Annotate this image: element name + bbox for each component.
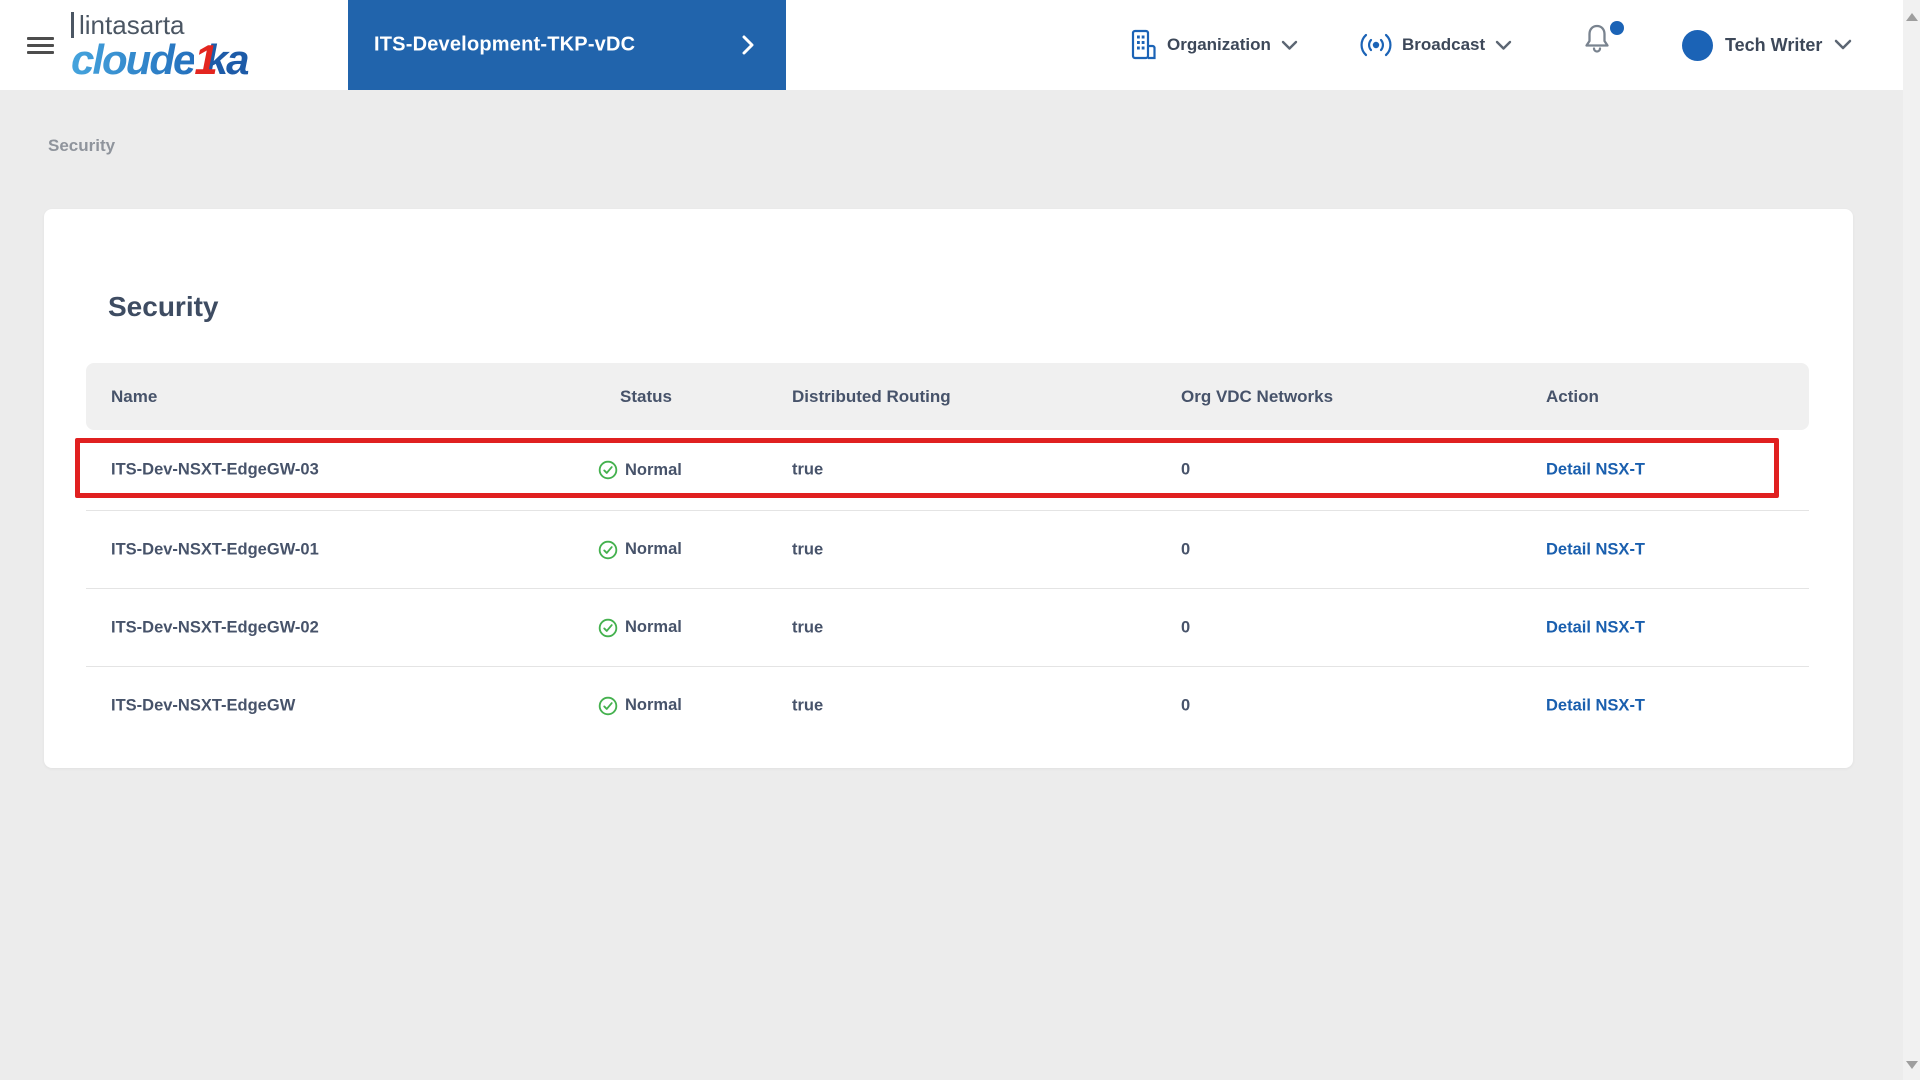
column-header-name: Name <box>111 386 158 406</box>
table-row: ITS-Dev-NSXT-EdgeGW-02 Normal true 0 Det… <box>86 588 1809 666</box>
logo-brand-text: cloude1ka <box>71 36 249 83</box>
chevron-right-icon <box>742 35 754 55</box>
cloudeka-logo: lintasarta cloude1ka <box>71 12 249 83</box>
table-row: ITS-Dev-NSXT-EdgeGW-03 Normal true 0 Det… <box>86 430 1809 510</box>
status-label: Normal <box>625 460 682 479</box>
gateway-name: ITS-Dev-NSXT-EdgeGW-03 <box>111 460 319 479</box>
organization-building-icon <box>1131 29 1156 60</box>
status-cell: Normal <box>598 460 682 480</box>
column-header-action: Action <box>1546 386 1599 406</box>
broadcast-menu[interactable]: Broadcast <box>1360 0 1512 90</box>
bell-icon <box>1585 24 1609 53</box>
column-header-status: Status <box>620 386 672 406</box>
status-label: Normal <box>625 696 682 714</box>
broadcast-menu-label: Broadcast <box>1402 35 1486 54</box>
org-vdc-networks-value: 0 <box>1181 460 1191 479</box>
status-ok-icon <box>598 618 618 637</box>
distributed-routing-value: true <box>792 696 824 714</box>
hamburger-menu-icon[interactable] <box>27 37 54 54</box>
vertical-scrollbar[interactable] <box>1903 0 1920 1080</box>
vdc-selector-label: ITS-Development-TKP-vDC <box>374 33 636 56</box>
gateway-name: ITS-Dev-NSXT-EdgeGW-02 <box>111 618 319 636</box>
column-header-org-vdc-networks: Org VDC Networks <box>1181 386 1334 406</box>
status-ok-icon <box>598 460 618 480</box>
detail-nsxt-link[interactable]: Detail NSX-T <box>1546 618 1645 637</box>
status-label: Normal <box>625 618 682 636</box>
distributed-routing-value: true <box>792 460 824 479</box>
chevron-down-icon <box>1495 40 1512 50</box>
distributed-routing-value: true <box>792 618 824 636</box>
broadcast-icon <box>1360 33 1392 57</box>
organization-menu[interactable]: Organization <box>1131 0 1298 90</box>
org-vdc-networks-value: 0 <box>1181 618 1191 636</box>
vdc-selector-button[interactable]: ITS-Development-TKP-vDC <box>348 0 786 90</box>
logo-company-text: lintasarta <box>71 12 247 38</box>
table-row: ITS-Dev-NSXT-EdgeGW-01 Normal true 0 Det… <box>86 510 1809 588</box>
scroll-up-arrow[interactable] <box>1905 13 1918 21</box>
gateway-name: ITS-Dev-NSXT-EdgeGW-01 <box>111 540 319 558</box>
gateway-name: ITS-Dev-NSXT-EdgeGW <box>111 696 296 714</box>
notifications-button[interactable] <box>1581 21 1625 61</box>
org-vdc-networks-value: 0 <box>1181 540 1191 558</box>
chevron-down-icon <box>1281 40 1298 50</box>
chevron-down-icon <box>1835 39 1852 50</box>
status-cell: Normal <box>598 618 682 638</box>
unread-notification-dot <box>1610 21 1624 35</box>
status-ok-icon <box>598 540 618 559</box>
user-name-label: Tech Writer <box>1725 34 1823 55</box>
status-label: Normal <box>625 540 682 558</box>
scroll-down-arrow[interactable] <box>1905 1061 1918 1069</box>
page-title: Security <box>108 291 219 322</box>
table-row: ITS-Dev-NSXT-EdgeGW Normal true 0 Detail… <box>86 666 1809 744</box>
security-card: Security Name Status Distributed Routing… <box>44 209 1853 768</box>
detail-nsxt-link[interactable]: Detail NSX-T <box>1546 540 1645 559</box>
top-header: lintasarta cloude1ka ITS-Development-TKP… <box>0 0 1920 90</box>
org-vdc-networks-value: 0 <box>1181 696 1191 714</box>
breadcrumb: Security <box>48 136 116 155</box>
column-header-distributed-routing: Distributed Routing <box>792 386 951 406</box>
detail-nsxt-link[interactable]: Detail NSX-T <box>1546 461 1645 480</box>
user-avatar <box>1682 29 1713 61</box>
distributed-routing-value: true <box>792 540 824 558</box>
organization-menu-label: Organization <box>1167 35 1271 54</box>
detail-nsxt-link[interactable]: Detail NSX-T <box>1546 696 1645 715</box>
user-menu[interactable]: Tech Writer <box>1682 0 1852 90</box>
status-cell: Normal <box>598 696 682 716</box>
status-ok-icon <box>598 696 618 715</box>
status-cell: Normal <box>598 540 682 560</box>
table-header-row: Name Status Distributed Routing Org VDC … <box>86 363 1809 430</box>
security-table: Name Status Distributed Routing Org VDC … <box>86 363 1809 744</box>
